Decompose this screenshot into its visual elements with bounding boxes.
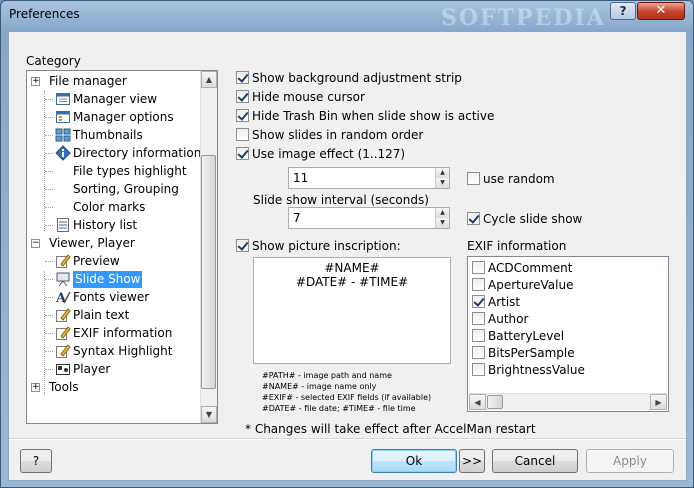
category-tree[interactable]: + File manager Manager view Manager opti…	[26, 70, 218, 424]
restart-note: * Changes will take effect after AccelMa…	[245, 422, 536, 436]
checkbox[interactable]	[472, 363, 485, 376]
option-cycle[interactable]: Cycle slide show	[467, 211, 582, 227]
scroll-thumb[interactable]	[487, 395, 503, 409]
pencil-icon	[56, 308, 71, 322]
exif-item[interactable]: BrightnessValue	[472, 362, 585, 379]
inscription-legend: #PATH# - image path and name #NAME# - im…	[262, 371, 432, 413]
checkbox[interactable]	[467, 172, 480, 185]
checkbox[interactable]	[467, 212, 480, 225]
checkbox[interactable]	[472, 329, 485, 342]
title-bar[interactable]: Preferences SOFTPEDIA ? ✕	[1, 1, 693, 31]
apply-button[interactable]: Apply	[586, 449, 674, 473]
cancel-button[interactable]: Cancel	[492, 449, 578, 473]
dialog-client: Category + File manager Manager view Man…	[8, 31, 687, 481]
scroll-up-icon[interactable]: ▲	[201, 71, 217, 88]
option-hide-trash[interactable]: Hide Trash Bin when slide show is active	[236, 108, 494, 124]
option-use-random[interactable]: use random	[467, 171, 555, 187]
slideshow-icon	[56, 272, 70, 287]
checkbox[interactable]	[472, 261, 485, 274]
checkbox[interactable]	[236, 90, 249, 103]
expand-icon[interactable]: +	[31, 77, 40, 86]
window-view-icon	[56, 93, 70, 105]
image-effect-stepper[interactable]: 11 ▲ ▼	[288, 167, 450, 189]
stepper-up-icon[interactable]: ▲	[436, 168, 449, 178]
exif-item[interactable]: Artist	[472, 294, 520, 311]
exif-item[interactable]: BatteryLevel	[472, 328, 564, 345]
exif-list[interactable]: ACDComment ApertureValue Artist Author B…	[467, 256, 669, 412]
separator	[9, 438, 686, 440]
expand-icon[interactable]: +	[31, 383, 40, 392]
player-icon	[56, 364, 70, 375]
interval-stepper[interactable]: 7 ▲ ▼	[288, 207, 450, 229]
checkbox[interactable]	[236, 109, 249, 122]
tree-line	[44, 91, 45, 231]
help-button[interactable]: ?	[20, 449, 52, 473]
exif-item[interactable]: Author	[472, 311, 528, 328]
interval-label: Slide show interval (seconds)	[253, 193, 429, 207]
info-icon	[55, 145, 71, 161]
exif-item[interactable]: ApertureValue	[472, 277, 573, 294]
checkbox[interactable]	[472, 312, 485, 325]
exif-label: EXIF information	[467, 239, 567, 253]
checkbox[interactable]	[236, 239, 249, 252]
window-title: Preferences	[9, 7, 80, 21]
scroll-thumb[interactable]	[201, 155, 216, 389]
category-group: Category + File manager Manager view Man…	[23, 54, 224, 424]
category-label: Category	[26, 54, 81, 68]
exif-item[interactable]: ACDComment	[472, 260, 572, 277]
scroll-down-icon[interactable]: ▼	[201, 406, 217, 423]
exif-hscrollbar[interactable]: ◀ ▶	[469, 393, 667, 410]
checkbox[interactable]	[236, 128, 249, 141]
checkbox[interactable]	[472, 295, 485, 308]
checkbox[interactable]	[236, 71, 249, 84]
checkbox[interactable]	[472, 346, 485, 359]
inscription-textarea[interactable]: #NAME# #DATE# - #TIME#	[253, 257, 451, 364]
checkbox[interactable]	[236, 147, 249, 160]
stepper-down-icon[interactable]: ▼	[436, 218, 449, 228]
thumbnails-icon	[55, 128, 71, 142]
list-icon	[57, 218, 69, 232]
title-help-button[interactable]: ?	[610, 2, 636, 20]
pencil-icon	[56, 344, 71, 358]
option-show-bg-strip[interactable]: Show background adjustment strip	[236, 70, 462, 86]
scroll-left-icon[interactable]: ◀	[469, 394, 486, 410]
option-random-order[interactable]: Show slides in random order	[236, 127, 423, 143]
watermark: SOFTPEDIA	[441, 5, 606, 31]
checkbox[interactable]	[472, 278, 485, 291]
scroll-right-icon[interactable]: ▶	[650, 394, 667, 410]
ok-button[interactable]: Ok	[371, 449, 457, 473]
option-image-effect[interactable]: Use image effect (1..127)	[236, 146, 405, 162]
stepper-up-icon[interactable]: ▲	[436, 208, 449, 218]
next-button[interactable]: >>	[459, 449, 485, 473]
option-hide-cursor[interactable]: Hide mouse cursor	[236, 89, 365, 105]
preferences-window: Preferences SOFTPEDIA ? ✕ Category + Fil…	[0, 0, 694, 488]
collapse-icon[interactable]: −	[31, 239, 40, 248]
category-scrollbar[interactable]: ▲ ▼	[200, 71, 217, 423]
fonts-icon: A	[55, 291, 71, 305]
stepper-down-icon[interactable]: ▼	[436, 178, 449, 188]
window-options-icon	[56, 111, 70, 123]
exif-item[interactable]: BitsPerSample	[472, 345, 575, 362]
close-button[interactable]: ✕	[637, 2, 685, 20]
svg-text:A: A	[55, 291, 67, 305]
option-inscription[interactable]: Show picture inscription:	[236, 238, 401, 254]
pencil-icon	[56, 254, 71, 268]
pencil-icon	[56, 326, 71, 340]
